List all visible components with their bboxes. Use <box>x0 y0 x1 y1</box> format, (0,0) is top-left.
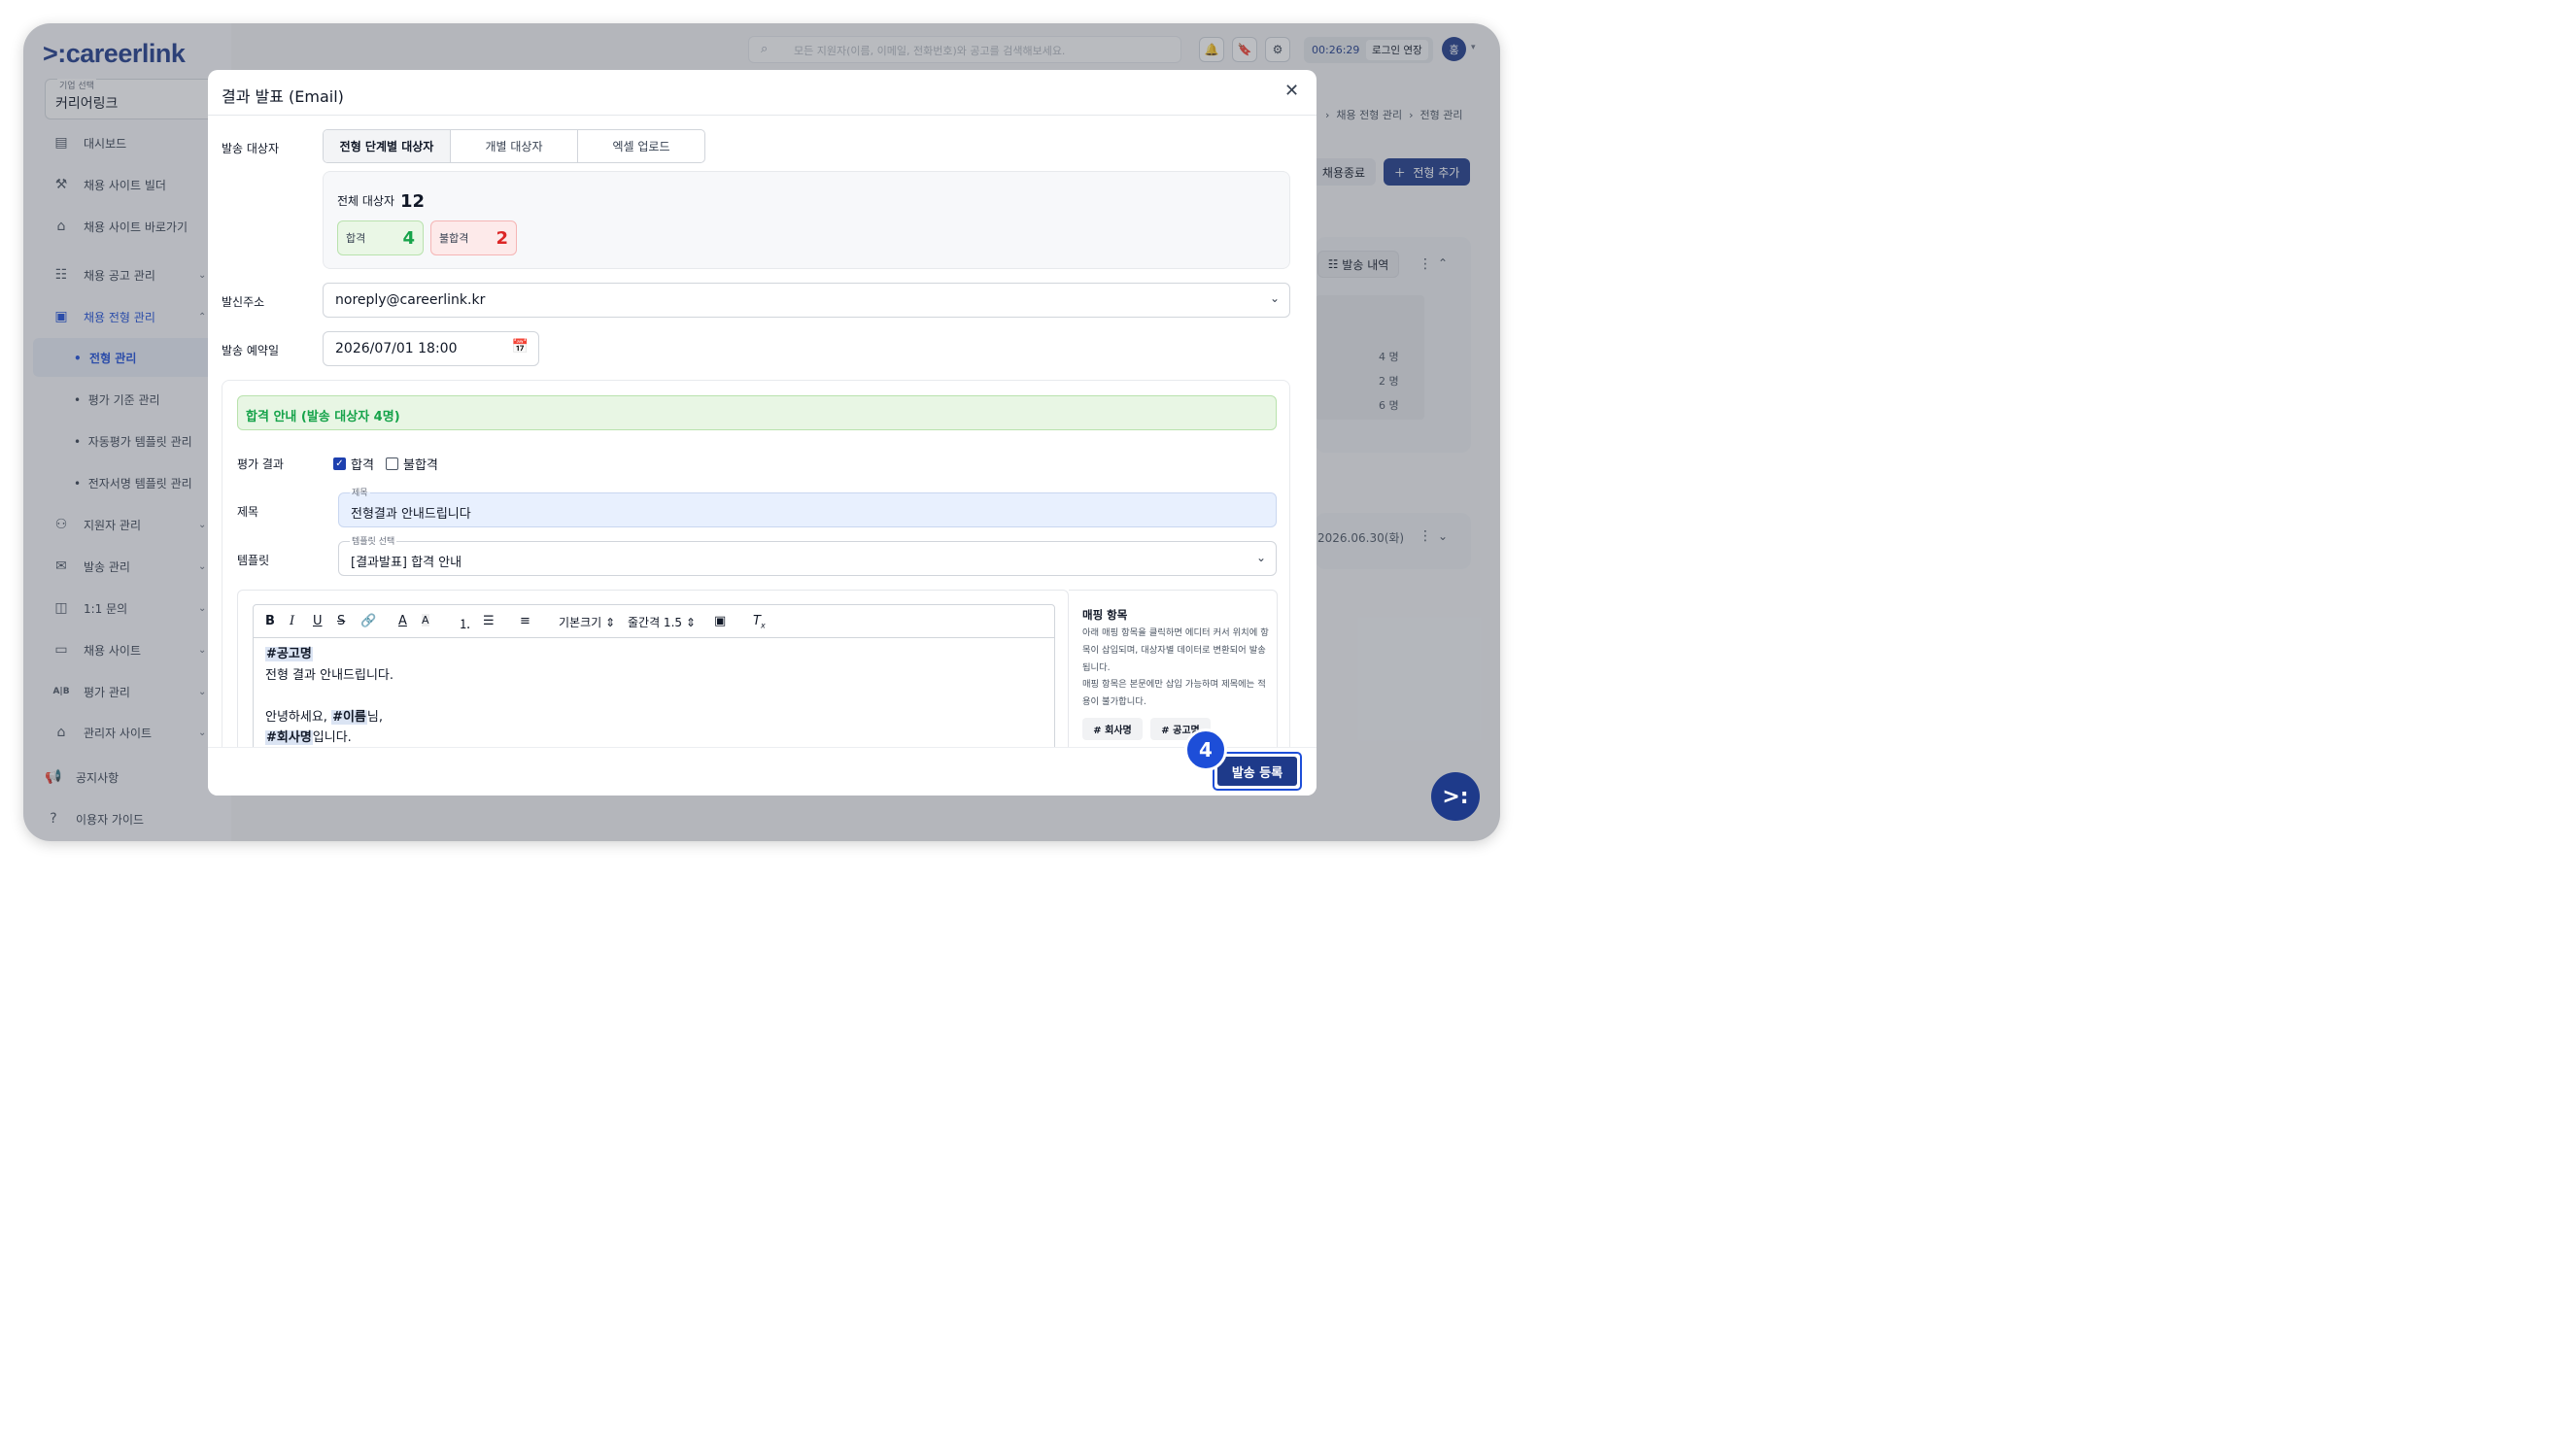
bullet-list-icon[interactable]: ☰ <box>483 614 495 628</box>
highlight-icon[interactable]: A <box>422 614 429 626</box>
sender-label: 발신주소 <box>222 295 265 309</box>
mapping-description: 아래 매핑 항목을 클릭하면 에디터 커서 위치에 항목이 삽입되며, 대상자별… <box>1082 627 1269 708</box>
modal-footer <box>208 747 1317 796</box>
italic-icon[interactable]: I <box>290 614 294 628</box>
bold-icon[interactable]: B <box>265 614 275 628</box>
ordered-list-icon[interactable]: ⒈ <box>459 614 471 632</box>
mapping-tag-company-button[interactable]: # 회사명 <box>1082 718 1143 740</box>
template-label: 템플릿 <box>237 554 270 567</box>
checkbox-checked-icon: ✓ <box>333 457 346 470</box>
fail-chip[interactable]: 불합격 2 <box>430 220 517 255</box>
text-color-icon[interactable]: A <box>398 614 407 628</box>
body-line: 전형 결과 안내드립니다. <box>265 667 393 683</box>
subject-caption: 제목 <box>350 486 370 498</box>
app-window: >:careerlink 기업 선택 커리어링크 ▤ 대시보드 ⚒ 채용 사이트 빌… <box>23 23 1500 841</box>
step-marker: 4 <box>1184 728 1227 771</box>
chevron-down-icon: ⌄ <box>1269 291 1280 305</box>
mapping-tag-job: #공고명 <box>265 647 313 661</box>
tab-excel-upload[interactable]: 엑셀 업로드 <box>578 130 704 162</box>
eval-fail-checkbox[interactable]: 불합격 <box>386 455 438 473</box>
total-targets: 전체 대상자 12 <box>337 191 426 212</box>
strikethrough-icon[interactable]: S <box>337 614 345 628</box>
pass-chip[interactable]: 합격 4 <box>337 220 424 255</box>
logo-mark-icon: >: <box>1442 784 1469 809</box>
pass-notice-section: 합격 안내 (발송 대상자 4명) 평가 결과 ✓ 합격 불합격 제목 제목 전형… <box>222 380 1290 770</box>
body-editor: B I U S 🔗 A A ⒈ ☰ ≡ 기본크기 ⇕ 줄간격 1.5 ⇕ ▣ T… <box>237 590 1069 770</box>
subject-input[interactable]: 제목 전형결과 안내드립니다 <box>338 486 1277 527</box>
template-caption: 템플릿 선택 <box>350 534 397 547</box>
underline-icon[interactable]: U <box>313 614 323 628</box>
checkbox-empty-icon <box>386 457 398 470</box>
align-icon[interactable]: ≡ <box>520 614 530 628</box>
mapping-tag-name: #이름 <box>331 709 367 725</box>
send-date-label: 발송 예약일 <box>222 344 280 357</box>
line-height-select[interactable]: 줄간격 1.5 ⇕ <box>628 614 696 630</box>
font-size-select[interactable]: 기본크기 ⇕ <box>559 614 615 630</box>
image-icon[interactable]: ▣ <box>714 614 726 628</box>
target-summary: 전체 대상자 12 합격 4 불합격 2 <box>323 171 1290 269</box>
close-icon[interactable]: ✕ <box>1284 81 1299 101</box>
template-select[interactable]: 템플릿 선택 [결과발표] 합격 안내 ⌄ <box>338 534 1277 576</box>
submit-send-button[interactable]: 발송 등록 <box>1213 752 1302 791</box>
send-date-input[interactable]: 2026/07/01 18:00 📅 <box>323 331 539 366</box>
editor-toolbar: B I U S 🔗 A A ⒈ ☰ ≡ 기본크기 ⇕ 줄간격 1.5 ⇕ ▣ T… <box>253 604 1055 638</box>
chevron-down-icon: ⌄ <box>1255 551 1266 564</box>
mapping-title: 매핑 항목 <box>1082 608 1128 622</box>
eval-result-label: 평가 결과 <box>237 457 284 471</box>
mapping-tag-company: #회사명 <box>265 730 313 745</box>
pass-notice-banner: 합격 안내 (발송 대상자 4명) <box>237 395 1277 430</box>
modal-title: 결과 발표 (Email) <box>222 87 344 106</box>
calendar-icon[interactable]: 📅 <box>512 339 529 355</box>
subject-label: 제목 <box>237 505 259 519</box>
eval-pass-checkbox[interactable]: ✓ 합격 <box>333 455 374 473</box>
mapping-panel: 매핑 항목 아래 매핑 항목을 클릭하면 에디터 커서 위치에 항목이 삽입되며… <box>1069 590 1278 769</box>
sender-select[interactable]: noreply@careerlink.kr ⌄ <box>323 283 1290 318</box>
tab-stage-targets[interactable]: 전형 단계별 대상자 <box>324 130 451 162</box>
pass-count: 4 <box>402 227 415 249</box>
target-label: 발송 대상자 <box>222 142 280 155</box>
tab-individual-targets[interactable]: 개별 대상자 <box>451 130 578 162</box>
result-announcement-modal: 결과 발표 (Email) ✕ 발송 대상자 전형 단계별 대상자 개별 대상자… <box>208 70 1317 796</box>
chatbot-button[interactable]: >: <box>1431 772 1480 821</box>
fail-count: 2 <box>496 227 508 249</box>
target-tabs: 전형 단계별 대상자 개별 대상자 엑셀 업로드 <box>323 129 705 163</box>
link-icon[interactable]: 🔗 <box>360 614 376 628</box>
modal-header: 결과 발표 (Email) ✕ <box>208 70 1317 116</box>
clear-format-icon[interactable]: Tx <box>753 614 766 630</box>
total-count: 12 <box>400 191 426 212</box>
